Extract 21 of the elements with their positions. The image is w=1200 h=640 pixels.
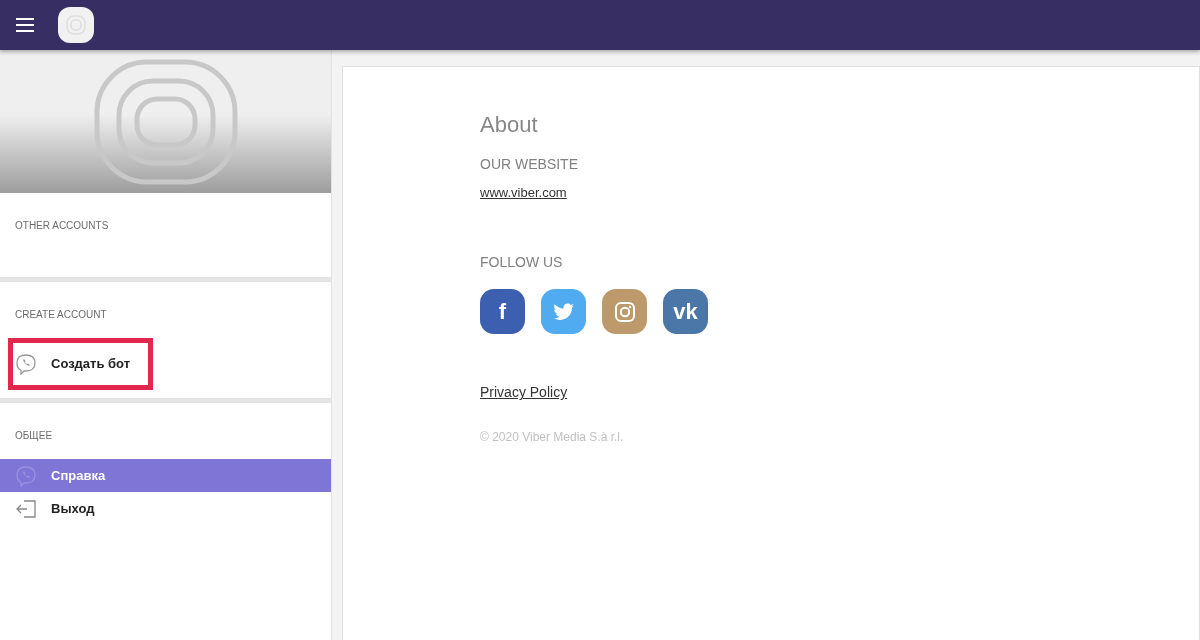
privacy-link[interactable]: Privacy Policy [480,382,568,404]
menu-item[interactable]: Справка [0,459,331,492]
facebook-icon[interactable]: f [480,289,525,335]
page-title: About [480,112,539,139]
logo-icon[interactable] [58,7,94,43]
section-heading: OUR WEBSITE [480,155,579,175]
section-heading: FOLLOW US [480,253,564,273]
chat-phone-icon [15,353,37,375]
menu-icon[interactable] [16,18,34,32]
instagram-icon[interactable] [602,289,647,335]
menu-item[interactable]: Выход [0,492,331,525]
menu-item[interactable]: Создать бот [8,338,153,390]
section-heading: ОБЩЕЕ [14,429,54,443]
copyright-text: © 2020 Viber Media S.à r.l. [480,429,625,447]
website-link[interactable]: www.viber.com [480,183,567,203]
vk-icon[interactable]: vk [663,289,708,335]
section-heading: CREATE ACCOUNT [14,308,108,322]
avatar-placeholder-icon [93,58,238,185]
section-heading: OTHER ACCOUNTS [14,219,110,233]
exit-icon [15,498,37,519]
chat-phone-icon [15,464,37,487]
